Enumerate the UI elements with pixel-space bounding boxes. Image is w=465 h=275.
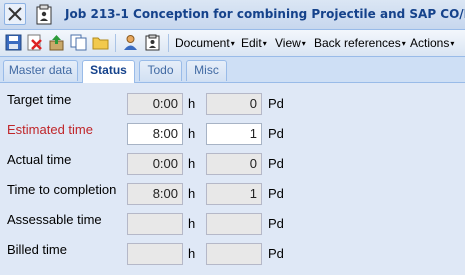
export-icon[interactable] [48,34,65,51]
actions-menu[interactable]: Actions▾ [410,36,454,50]
toolbar-separator [115,34,116,52]
days-unit: Pd [268,156,284,171]
billed-time-hours-field [127,243,183,265]
assessable-time-hours-field [127,213,183,235]
dropdown-arrow-icon: ▾ [230,39,235,48]
actions-menu-label: Actions [410,36,450,50]
status-panel: Target time 0:00 h 0 Pd Estimated time 8… [0,83,465,275]
document-menu[interactable]: Document▾ [175,36,235,50]
edit-menu-label: Edit [241,36,262,50]
hours-unit: h [188,156,196,171]
folder-icon[interactable] [92,34,109,51]
estimated-time-hours-input[interactable]: 8:00 [127,123,183,145]
toolbar: Document▾ Edit▾ View▾ Back references▾ A… [0,30,465,57]
hours-unit: h [188,246,196,261]
document-menu-label: Document [175,36,230,50]
dropdown-arrow-icon: ▾ [450,39,455,48]
window-title: Job 213-1 Conception for combining Proje… [65,7,465,21]
hours-unit: h [188,96,196,111]
toolbar-separator [168,34,169,52]
assessable-time-days-field [206,213,262,235]
job-clipboard-icon [36,4,52,25]
view-menu-label: View [275,36,301,50]
back-references-menu-label: Back references [314,36,401,50]
tab-strip: Master data Status Todo Misc [0,57,465,83]
days-unit: Pd [268,186,284,201]
actual-time-label: Actual time [7,152,72,167]
id-card-icon[interactable] [144,34,161,51]
dropdown-arrow-icon: ▾ [262,39,267,48]
actual-time-hours-field: 0:00 [127,153,183,175]
hours-unit: h [188,126,196,141]
billed-time-days-field [206,243,262,265]
tab-todo[interactable]: Todo [139,60,182,81]
days-unit: Pd [268,216,284,231]
tab-master-data[interactable]: Master data [3,60,78,81]
back-references-menu[interactable]: Back references▾ [314,36,406,50]
user-icon[interactable] [122,34,139,51]
view-menu[interactable]: View▾ [275,36,306,50]
window-titlebar: Job 213-1 Conception for combining Proje… [0,0,465,30]
save-icon[interactable] [5,34,22,51]
estimated-time-label: Estimated time [7,122,93,137]
close-button[interactable] [4,3,26,25]
actual-time-days-field: 0 [206,153,262,175]
days-unit: Pd [268,126,284,141]
days-unit: Pd [268,246,284,261]
edit-menu[interactable]: Edit▾ [241,36,267,50]
assessable-time-label: Assessable time [7,212,102,227]
time-to-completion-days-field: 1 [206,183,262,205]
target-time-days-field: 0 [206,93,262,115]
days-unit: Pd [268,96,284,111]
hours-unit: h [188,186,196,201]
close-icon [8,7,22,21]
delete-icon[interactable] [26,34,43,51]
target-time-hours-field: 0:00 [127,93,183,115]
time-to-completion-hours-field: 8:00 [127,183,183,205]
tab-misc[interactable]: Misc [186,60,227,81]
tab-status[interactable]: Status [82,60,135,83]
hours-unit: h [188,216,196,231]
time-to-completion-label: Time to completion [7,182,117,197]
estimated-time-days-input[interactable]: 1 [206,123,262,145]
dropdown-arrow-icon: ▾ [401,39,406,48]
target-time-label: Target time [7,92,72,107]
billed-time-label: Billed time [7,242,67,257]
copy-icon[interactable] [70,34,87,51]
dropdown-arrow-icon: ▾ [301,39,306,48]
